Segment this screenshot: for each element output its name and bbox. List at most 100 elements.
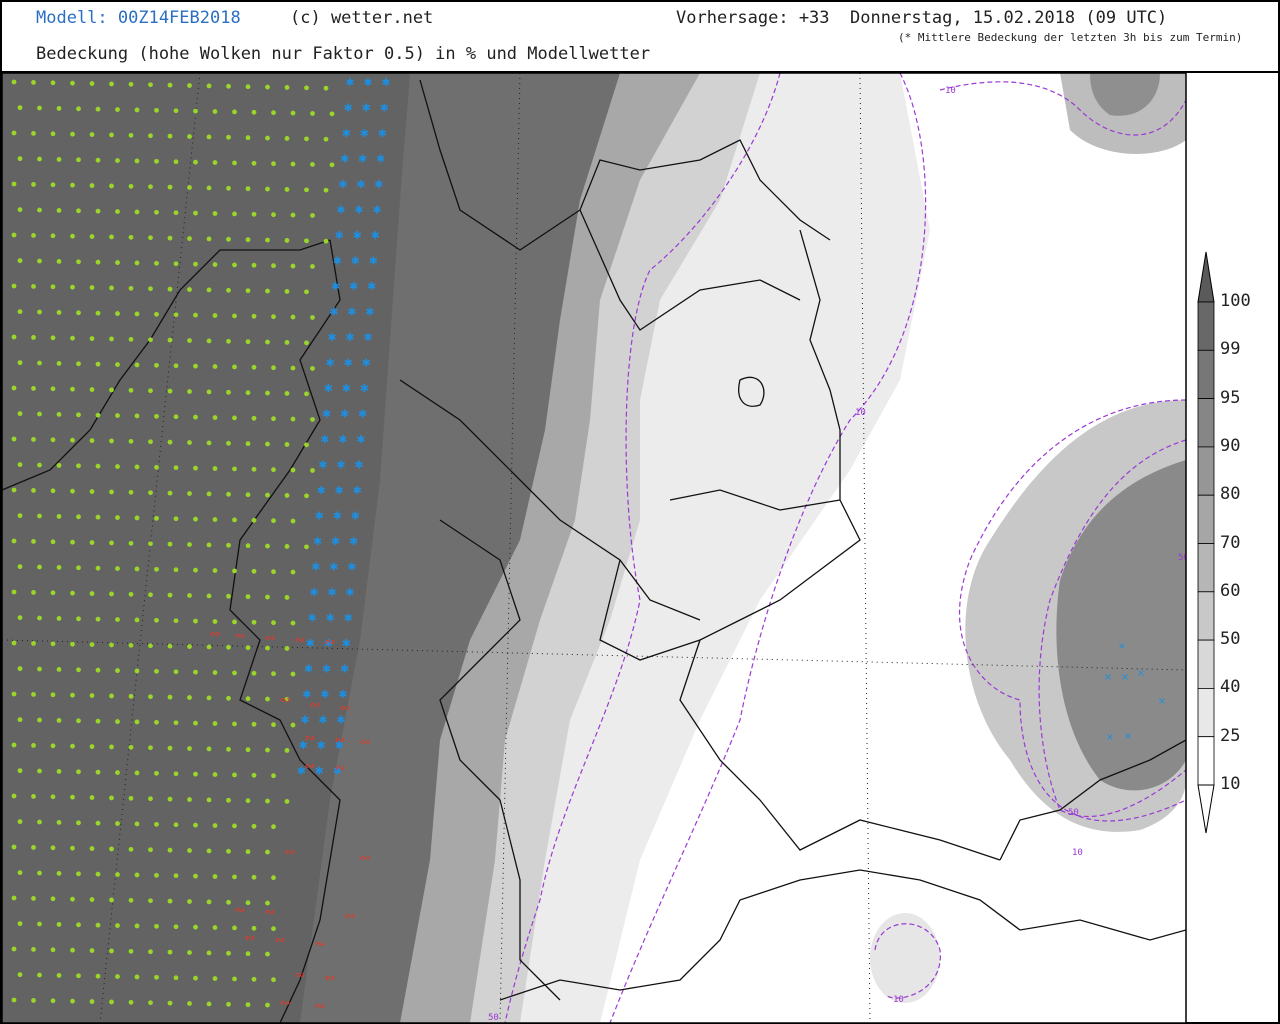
rain-symbol bbox=[284, 85, 290, 90]
rain-symbol bbox=[128, 744, 134, 750]
rain-symbol bbox=[206, 185, 212, 191]
rain-symbol bbox=[128, 795, 134, 801]
rain-symbol bbox=[290, 416, 296, 422]
rain-symbol bbox=[134, 362, 140, 368]
freezing-rain-symbol: ∾ bbox=[310, 698, 321, 713]
rain-symbol bbox=[50, 743, 56, 749]
map-area: ✱ ✱ ✱ ✱ ✱ ✱ ✱ ✱ ✱ ✱ ✱ ✱ ✱ ✱ ✱ ✱ ✱ ✱ ✱ ✱ ✱ ✱ ✱ ✱ ✱ ✱ ✱ ✱ ✱ ✱ ✱ ✱ ✱ ✱ ✱ ✱ ✱ ✱ ✱ ✱… bbox=[1, 72, 1187, 1024]
rain-symbol bbox=[56, 769, 62, 774]
rain-symbol bbox=[271, 416, 276, 422]
legend-tick-label: 25 bbox=[1220, 725, 1241, 746]
rain-symbol bbox=[265, 288, 270, 294]
rain-symbol bbox=[271, 977, 276, 983]
rain-symbol bbox=[265, 390, 270, 396]
rain-symbol bbox=[95, 871, 101, 877]
snow-symbol: ✱ bbox=[349, 280, 358, 293]
legend-swatch bbox=[1197, 591, 1215, 641]
rain-symbol bbox=[245, 186, 251, 192]
snow-symbol: ✱ bbox=[372, 204, 381, 217]
rain-symbol bbox=[95, 463, 101, 469]
rain-symbol bbox=[31, 640, 36, 646]
rain-symbol bbox=[50, 794, 56, 800]
rain-symbol bbox=[17, 768, 23, 774]
rain-symbol bbox=[167, 949, 173, 955]
rain-symbol bbox=[271, 824, 276, 830]
rain-symbol bbox=[206, 236, 212, 242]
rain-symbol bbox=[70, 692, 75, 698]
rain-symbol bbox=[245, 951, 251, 957]
rain-symbol bbox=[134, 260, 140, 266]
rain-symbol bbox=[76, 616, 81, 622]
rain-symbol bbox=[323, 136, 329, 142]
rain-symbol bbox=[304, 238, 309, 244]
rain-symbol bbox=[89, 744, 95, 749]
snow-symbol: ✱ bbox=[331, 280, 340, 293]
copyright-label: (c) wetter.net bbox=[290, 8, 434, 28]
model-label: Modell: 00Z14FEB2018 bbox=[36, 8, 241, 28]
rain-symbol bbox=[95, 769, 101, 775]
rain-symbol bbox=[115, 515, 120, 520]
rain-symbol bbox=[265, 594, 270, 600]
rain-symbol bbox=[134, 872, 140, 878]
rain-symbol bbox=[70, 743, 75, 749]
rain-symbol bbox=[154, 872, 159, 878]
rain-symbol bbox=[134, 107, 140, 113]
rain-symbol bbox=[167, 337, 173, 343]
rain-symbol bbox=[89, 285, 95, 290]
rain-symbol bbox=[148, 133, 153, 139]
snow-symbol: × bbox=[1118, 641, 1126, 652]
rain-symbol bbox=[76, 412, 81, 418]
rain-symbol bbox=[187, 83, 192, 88]
rain-symbol bbox=[154, 515, 159, 521]
snow-symbol: ✱ bbox=[345, 331, 354, 344]
rain-symbol bbox=[304, 493, 309, 499]
rain-symbol bbox=[76, 820, 81, 826]
rain-symbol bbox=[128, 183, 134, 189]
rain-symbol bbox=[134, 566, 140, 572]
rain-symbol bbox=[17, 309, 23, 315]
rain-symbol bbox=[304, 391, 309, 397]
rain-symbol bbox=[251, 619, 257, 625]
freezing-rain-symbol: ∾ bbox=[295, 633, 306, 648]
rain-symbol bbox=[95, 565, 101, 571]
freezing-rain-symbol: ∾ bbox=[315, 937, 326, 952]
rain-symbol bbox=[56, 361, 62, 366]
rain-symbol bbox=[134, 158, 140, 164]
rain-symbol bbox=[265, 186, 270, 192]
rain-symbol bbox=[284, 289, 290, 294]
rain-symbol bbox=[245, 237, 251, 243]
rain-symbol bbox=[173, 312, 179, 318]
freezing-rain-symbol: ∾ bbox=[305, 759, 316, 774]
snow-symbol: ✱ bbox=[331, 535, 340, 548]
snow-symbol: ✱ bbox=[345, 76, 354, 89]
rain-symbol bbox=[109, 132, 114, 138]
rain-symbol bbox=[56, 463, 62, 468]
rain-symbol bbox=[128, 285, 134, 291]
rain-symbol bbox=[70, 182, 75, 188]
legend-tick-label: 60 bbox=[1220, 580, 1241, 601]
rain-symbol bbox=[173, 618, 179, 624]
rain-symbol bbox=[17, 411, 23, 417]
rain-symbol bbox=[310, 468, 315, 473]
rain-symbol bbox=[212, 517, 218, 522]
rain-symbol bbox=[50, 80, 56, 86]
rain-symbol bbox=[128, 540, 134, 546]
rain-symbol bbox=[148, 643, 153, 649]
rain-symbol bbox=[109, 387, 114, 393]
rain-symbol bbox=[76, 973, 81, 979]
rain-symbol bbox=[187, 134, 192, 139]
rain-symbol bbox=[245, 645, 251, 651]
rain-symbol bbox=[134, 617, 140, 623]
rain-symbol bbox=[232, 517, 237, 523]
rain-symbol bbox=[89, 489, 95, 494]
rain-symbol bbox=[232, 619, 237, 625]
rain-symbol bbox=[76, 157, 81, 163]
rain-symbol bbox=[206, 950, 212, 956]
rain-symbol bbox=[193, 669, 198, 675]
rain-symbol bbox=[154, 107, 159, 113]
legend-tick-label: 99 bbox=[1220, 339, 1241, 360]
rain-symbol bbox=[271, 212, 276, 218]
rain-symbol bbox=[290, 212, 296, 218]
rain-symbol bbox=[193, 720, 198, 726]
rain-symbol bbox=[304, 544, 309, 550]
